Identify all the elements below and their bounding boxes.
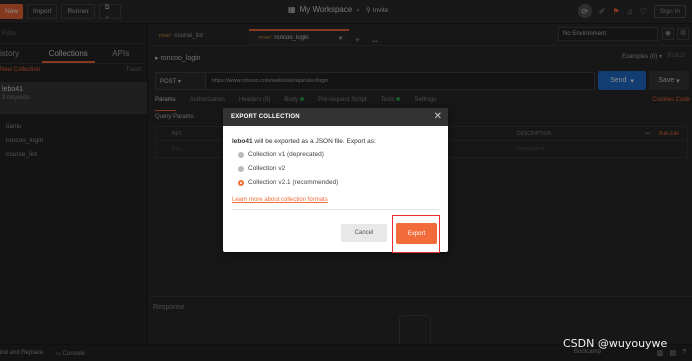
learn-more-link[interactable]: Learn more about collection formats <box>232 197 328 203</box>
dialog-description: lebo41 will be exported as a JSON file. … <box>232 138 376 145</box>
watermark: CSDN @wuyouywe <box>563 337 668 350</box>
option-collection-v2-1[interactable]: Collection v2.1 (recommended) <box>238 179 338 186</box>
radio-icon[interactable] <box>238 165 244 172</box>
dialog-title: EXPORT COLLECTION <box>223 108 448 126</box>
option-label: Collection v2.1 (recommended) <box>248 179 339 186</box>
option-label: Collection v1 (deprecated) <box>248 151 324 158</box>
option-label: Collection v2 <box>248 165 286 172</box>
close-icon[interactable]: ✕ <box>434 111 442 122</box>
option-collection-v2[interactable]: Collection v2 <box>238 165 285 172</box>
option-collection-v1[interactable]: Collection v1 (deprecated) <box>238 151 324 158</box>
highlight-box <box>392 215 440 253</box>
cancel-button[interactable]: Cancel <box>341 224 387 242</box>
radio-selected-icon[interactable] <box>238 179 244 186</box>
divider <box>232 209 439 210</box>
radio-icon[interactable] <box>238 151 244 158</box>
